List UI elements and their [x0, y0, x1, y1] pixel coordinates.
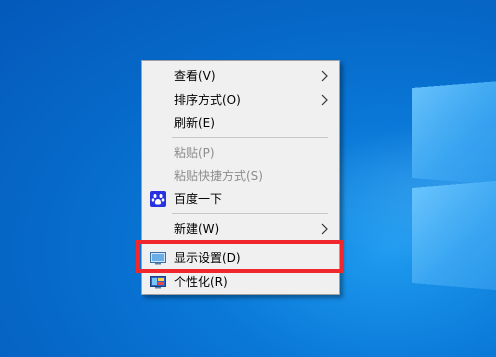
windows-logo-pane-bottom	[412, 180, 496, 291]
menu-item-sort-by-label: 排序方式(O)	[174, 92, 241, 108]
menu-item-new-label: 新建(W)	[174, 221, 219, 237]
chevron-right-icon	[319, 92, 331, 108]
menu-item-baidu-search[interactable]: 百度一下	[142, 188, 339, 210]
chevron-right-icon	[319, 221, 331, 237]
menu-item-paste-shortcut-label: 粘贴快捷方式(S)	[174, 168, 263, 184]
menu-item-paste-shortcut[interactable]: 粘贴快捷方式(S)	[142, 165, 339, 187]
menu-item-personalize[interactable]: 个性化(R)	[142, 271, 339, 293]
menu-item-view[interactable]: 查看(V)	[142, 65, 339, 87]
menu-item-paste-label: 粘贴(P)	[174, 145, 215, 161]
menu-separator	[172, 137, 328, 138]
menu-item-baidu-search-label: 百度一下	[174, 191, 222, 207]
baidu-paw-icon	[150, 191, 166, 207]
windows-logo-wallpaper	[398, 78, 496, 308]
menu-separator	[172, 213, 328, 214]
menu-item-display-settings-label: 显示设置(D)	[174, 250, 241, 266]
windows-logo-pane-top	[412, 81, 496, 186]
menu-item-paste[interactable]: 粘贴(P)	[142, 142, 339, 164]
menu-separator	[172, 243, 328, 244]
menu-item-sort-by[interactable]: 排序方式(O)	[142, 89, 339, 111]
menu-item-refresh-label: 刷新(E)	[174, 115, 215, 131]
menu-item-personalize-label: 个性化(R)	[174, 274, 228, 290]
menu-item-refresh[interactable]: 刷新(E)	[142, 112, 339, 134]
menu-item-new[interactable]: 新建(W)	[142, 218, 339, 240]
desktop-context-menu: 查看(V) 排序方式(O) 刷新(E) 粘贴(P) 粘贴快捷方式(S) 百度一下	[141, 60, 340, 295]
personalize-icon	[150, 274, 166, 290]
menu-item-view-label: 查看(V)	[174, 68, 216, 84]
chevron-right-icon	[319, 68, 331, 84]
display-settings-icon	[150, 250, 166, 266]
menu-item-display-settings[interactable]: 显示设置(D)	[142, 247, 339, 269]
